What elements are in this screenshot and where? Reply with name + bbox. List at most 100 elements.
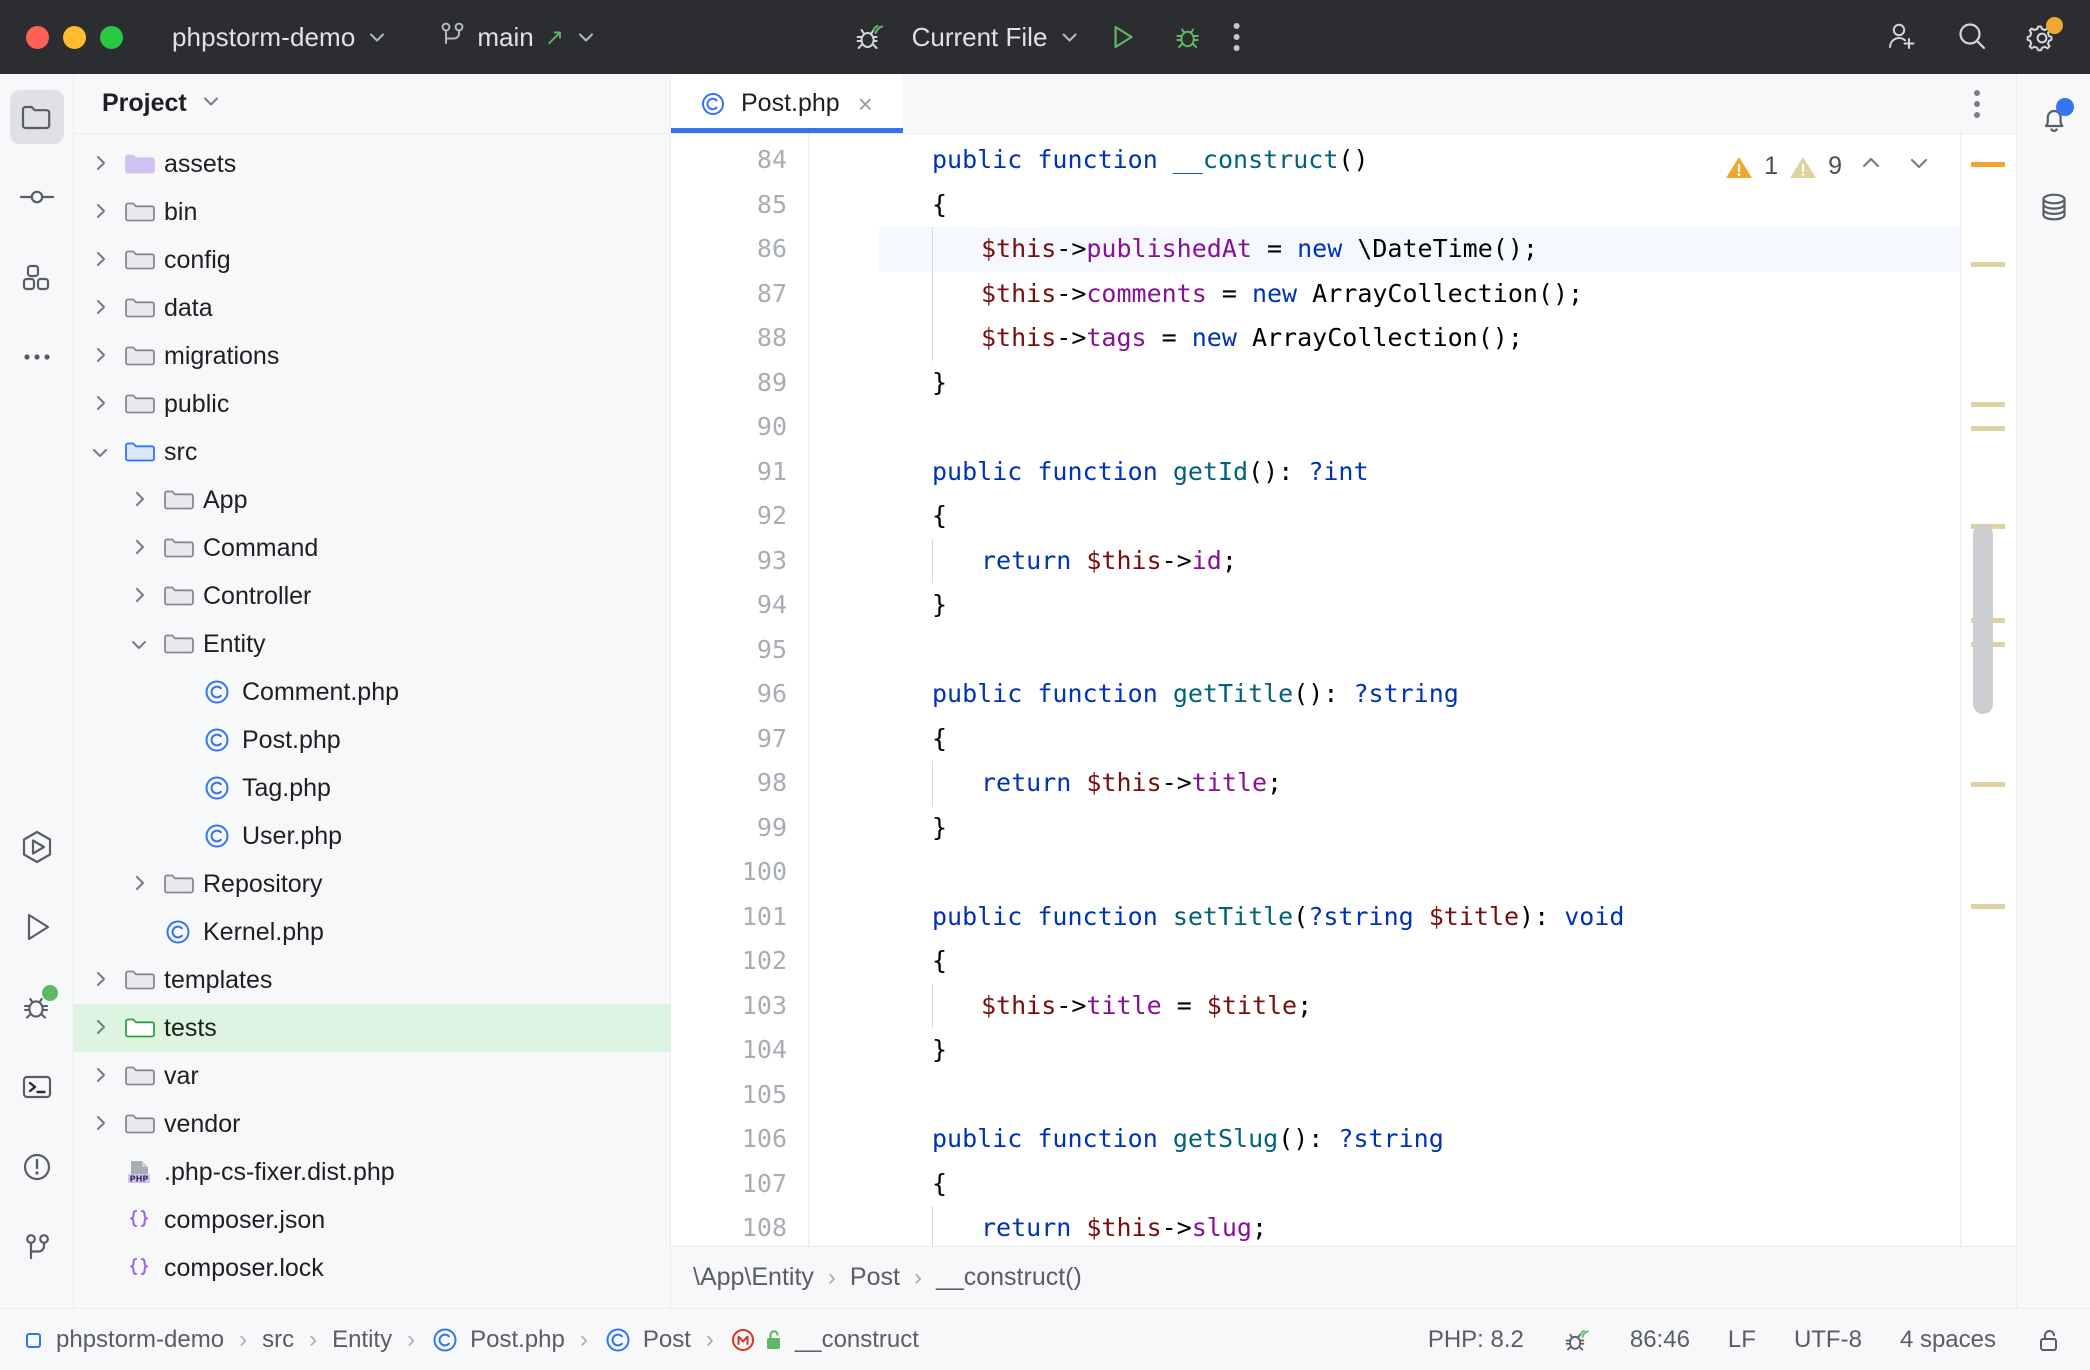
code-line[interactable]: public function getSlug(): ?string	[879, 1117, 1960, 1162]
status-breadcrumb-item[interactable]: src	[262, 1326, 294, 1354]
project-selector[interactable]: phpstorm-demo	[163, 17, 397, 58]
line-number[interactable]: 108	[671, 1206, 808, 1246]
line-number[interactable]: 101	[671, 895, 808, 940]
breadcrumb-item[interactable]: \App\Entity	[693, 1263, 814, 1292]
chevron-right-icon[interactable]	[84, 151, 118, 177]
tree-node-user-php[interactable]: User.php	[74, 812, 670, 860]
line-number[interactable]: 103	[671, 984, 808, 1029]
status-breadcrumb-item[interactable]: Entity	[332, 1326, 392, 1354]
chevron-right-icon[interactable]	[123, 535, 157, 561]
tree-node-composer-json[interactable]: composer.json	[74, 1196, 670, 1244]
tree-node-bin[interactable]: bin	[74, 188, 670, 236]
tree-node-vendor[interactable]: vendor	[74, 1100, 670, 1148]
chevron-right-icon[interactable]	[84, 295, 118, 321]
tree-node-assets[interactable]: assets	[74, 140, 670, 188]
status-breadcrumb-item[interactable]: Post	[603, 1325, 691, 1355]
tree-node-migrations[interactable]: migrations	[74, 332, 670, 380]
php-version-indicator[interactable]: PHP: 8.2	[1428, 1326, 1524, 1354]
code-line[interactable]: {	[879, 939, 1960, 984]
line-number[interactable]: 106	[671, 1117, 808, 1162]
chevron-right-icon[interactable]	[123, 487, 157, 513]
project-tree[interactable]: assets bin config data migrations public…	[74, 134, 670, 1308]
code-line[interactable]: {	[879, 1162, 1960, 1207]
previous-problem-icon[interactable]	[1852, 150, 1890, 183]
sidebar-item-notifications[interactable]	[2027, 92, 2081, 146]
error-stripe-mark[interactable]	[1971, 426, 2005, 431]
settings-gear-icon[interactable]	[2024, 17, 2063, 55]
tab-post-php[interactable]: Post.php ×	[671, 74, 903, 133]
code-text[interactable]: public function __construct(){$this->pub…	[879, 134, 1960, 1246]
close-window-button[interactable]	[26, 25, 49, 49]
code-line[interactable]: $this->publishedAt = new \DateTime();	[879, 227, 1960, 272]
sidebar-item-version-control[interactable]	[10, 1220, 64, 1274]
code-line[interactable]	[879, 405, 1960, 450]
close-icon[interactable]: ×	[854, 89, 877, 119]
tree-node-var[interactable]: var	[74, 1052, 670, 1100]
line-number[interactable]: 84	[671, 138, 808, 183]
code-line[interactable]: }	[879, 583, 1960, 628]
line-number[interactable]: 105	[671, 1073, 808, 1118]
code-line[interactable]: $this->title = $title;	[879, 983, 1960, 1028]
chevron-right-icon[interactable]	[84, 1063, 118, 1089]
line-number[interactable]: 98	[671, 761, 808, 806]
debug-listen-icon[interactable]	[837, 14, 903, 60]
error-stripe[interactable]	[1960, 134, 2016, 1246]
breadcrumb-item[interactable]: __construct()	[936, 1263, 1082, 1292]
chevron-down-icon[interactable]	[123, 631, 157, 657]
chevron-right-icon[interactable]	[84, 967, 118, 993]
run-configuration-selector[interactable]: Current File	[903, 17, 1090, 58]
chevron-right-icon[interactable]	[84, 199, 118, 225]
chevron-right-icon[interactable]	[84, 1111, 118, 1137]
tree-node-templates[interactable]: templates	[74, 956, 670, 1004]
code-line[interactable]: public function getTitle(): ?string	[879, 672, 1960, 717]
line-number[interactable]: 107	[671, 1162, 808, 1207]
chevron-down-icon[interactable]	[84, 439, 118, 465]
code-line[interactable]	[879, 628, 1960, 673]
error-stripe-mark[interactable]	[1971, 162, 2005, 167]
caret-position[interactable]: 86:46	[1630, 1326, 1690, 1354]
code-line[interactable]: {	[879, 183, 1960, 228]
code-scroll-area[interactable]: 84 85 86 87 88 89 90 91 92 93 94 95 96 97 98 99 100 101 10…	[671, 134, 1960, 1246]
status-breadcrumbs[interactable]: phpstorm-demo › src › Entity › Post.php › Post…	[22, 1325, 919, 1355]
code-line[interactable]: }	[879, 361, 1960, 406]
sidebar-item-run[interactable]	[10, 900, 64, 954]
sidebar-item-structure[interactable]	[10, 250, 64, 304]
line-number[interactable]: 94	[671, 583, 808, 628]
chevron-right-icon[interactable]	[123, 583, 157, 609]
indent-setting[interactable]: 4 spaces	[1900, 1326, 1996, 1354]
chevron-right-icon[interactable]	[84, 391, 118, 417]
line-separator[interactable]: LF	[1728, 1326, 1756, 1354]
code-line[interactable]: {	[879, 494, 1960, 539]
line-number[interactable]: 91	[671, 450, 808, 495]
tree-node-tag-php[interactable]: Tag.php	[74, 764, 670, 812]
code-line[interactable]: {	[879, 717, 1960, 762]
unlocked-icon[interactable]	[2034, 1325, 2064, 1355]
line-number[interactable]: 96	[671, 672, 808, 717]
editor-scrollbar-thumb[interactable]	[1973, 524, 1993, 714]
sidebar-item-database[interactable]	[2027, 180, 2081, 234]
line-number[interactable]: 90	[671, 405, 808, 450]
tree-node-repository[interactable]: Repository	[74, 860, 670, 908]
add-user-icon[interactable]	[1884, 19, 1920, 55]
line-number[interactable]: 87	[671, 272, 808, 317]
debug-button[interactable]	[1155, 15, 1219, 59]
line-number-gutter[interactable]: 84 85 86 87 88 89 90 91 92 93 94 95 96 97 98 99 100 101 10…	[671, 134, 809, 1246]
chevron-right-icon[interactable]	[123, 871, 157, 897]
sidebar-item-debug[interactable]	[10, 980, 64, 1034]
code-line[interactable]: return $this->slug;	[879, 1206, 1960, 1246]
status-breadcrumb-item[interactable]: phpstorm-demo	[22, 1326, 224, 1354]
file-encoding[interactable]: UTF-8	[1794, 1326, 1862, 1354]
line-number[interactable]: 88	[671, 316, 808, 361]
line-number[interactable]: 95	[671, 628, 808, 673]
chevron-right-icon[interactable]	[84, 1015, 118, 1041]
line-number[interactable]: 93	[671, 539, 808, 584]
line-number[interactable]: 102	[671, 939, 808, 984]
chevron-right-icon[interactable]	[84, 343, 118, 369]
editor-breadcrumbs[interactable]: \App\Entity › Post › __construct()	[671, 1246, 2016, 1308]
sidebar-item-commit[interactable]	[10, 170, 64, 224]
line-number[interactable]: 97	[671, 717, 808, 762]
next-problem-icon[interactable]	[1900, 150, 1938, 183]
code-line[interactable]	[879, 1073, 1960, 1118]
tree-node-php-cs-fixer-dist-php[interactable]: PHP .php-cs-fixer.dist.php	[74, 1148, 670, 1196]
sidebar-item-services[interactable]	[10, 820, 64, 874]
